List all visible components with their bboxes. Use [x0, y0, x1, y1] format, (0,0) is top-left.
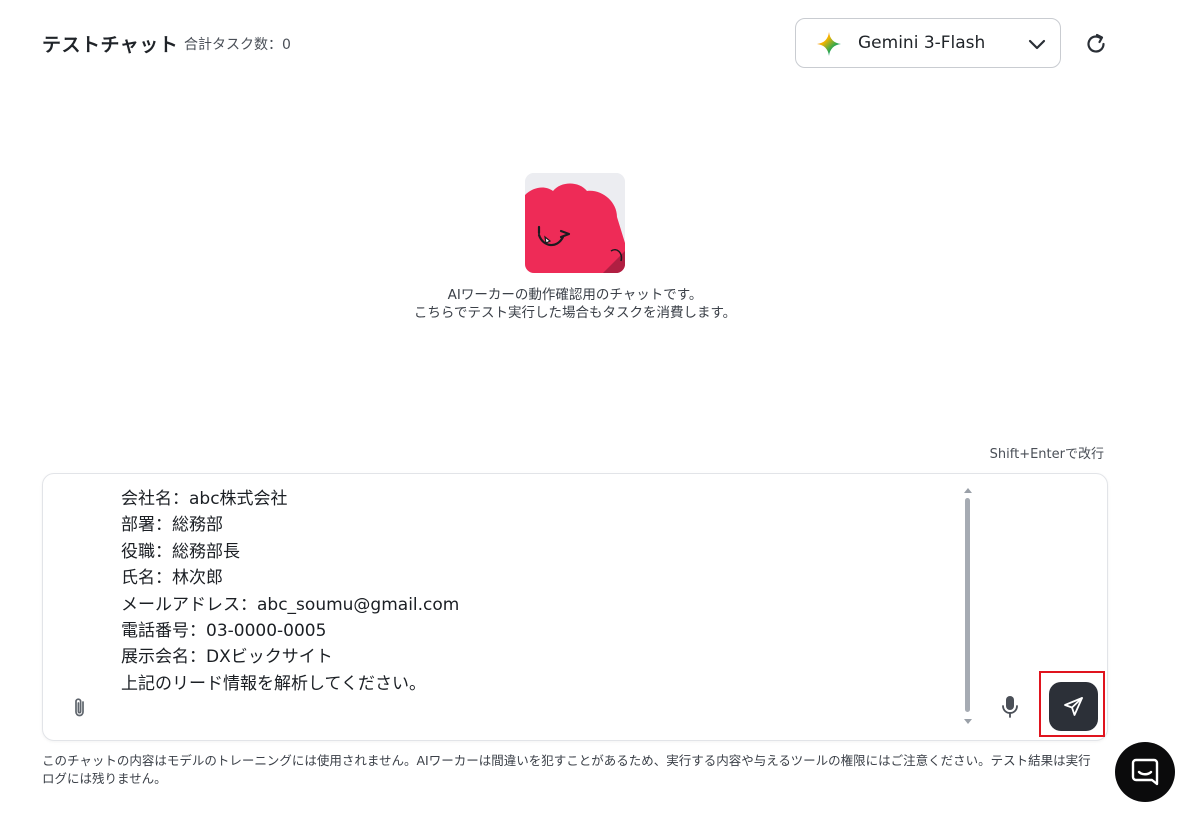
scrollbar-thumb[interactable] — [965, 498, 970, 712]
intro-line-2: こちらでテスト実行した場合もタスクを消費します。 — [413, 305, 737, 321]
scroll-up-arrow[interactable] — [964, 488, 972, 493]
page-title: テストチャット — [42, 34, 179, 56]
refresh-icon[interactable] — [1083, 31, 1109, 57]
scrollbar[interactable] — [963, 488, 973, 724]
intro-line-1: AIワーカーの動作確認用のチャットです。 — [447, 287, 703, 303]
gemini-sparkle-icon — [817, 32, 841, 56]
chevron-down-icon — [1028, 39, 1046, 50]
task-count: 合計タスク数：0 — [184, 37, 291, 53]
microphone-icon[interactable] — [999, 694, 1021, 720]
message-composer[interactable]: 会社名：abc株式会社 部署：総務部 役職：総務部長 氏名：林次郎 メールアドレ… — [42, 473, 1108, 741]
disclaimer-text: このチャットの内容はモデルのトレーニングには使用されません。AIワーカーは間違い… — [42, 753, 1091, 786]
message-input[interactable]: 会社名：abc株式会社 部署：総務部 役職：総務部長 氏名：林次郎 メールアドレ… — [121, 486, 961, 697]
send-arrow-icon — [1064, 697, 1083, 716]
paperclip-icon[interactable] — [69, 696, 91, 720]
chat-bubble-icon — [1131, 758, 1159, 786]
scroll-down-arrow[interactable] — [964, 719, 972, 724]
mascot-avatar — [525, 173, 625, 273]
intro-text: AIワーカーの動作確認用のチャットです。 こちらでテスト実行した場合もタスクを消… — [300, 286, 850, 322]
mascot-illustration — [525, 173, 625, 273]
test-chat-page: テストチャット 合計タスク数：0 Gemini 3-Flash AIワーカーの動… — [0, 0, 1193, 813]
model-name: Gemini 3-Flash — [858, 33, 986, 53]
newline-hint: Shift+Enterで改行 — [989, 447, 1104, 462]
send-button[interactable] — [1049, 682, 1098, 731]
support-chat-button[interactable] — [1115, 742, 1175, 802]
model-selector[interactable]: Gemini 3-Flash — [795, 18, 1061, 68]
